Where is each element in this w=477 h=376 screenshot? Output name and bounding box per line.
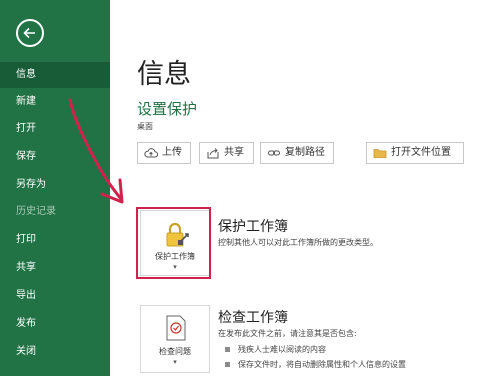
nav-item-print[interactable]: 打印 — [0, 227, 110, 253]
backstage-sidebar: 信息 新建 打开 保存 另存为 历史记录 打印 共享 导出 发布 关闭 — [0, 0, 110, 376]
section-title: 设置保护 — [137, 100, 198, 118]
nav-item-new[interactable]: 新建 — [0, 89, 110, 115]
inspect-tile-label: 检查问题 — [159, 347, 191, 356]
highlight-box — [136, 207, 211, 279]
upload-label: 上传 — [162, 147, 182, 158]
nav-item-share[interactable]: 共享 — [0, 255, 110, 281]
share-label: 共享 — [224, 147, 244, 158]
inspect-workbook-tile[interactable]: 检查问题 ▾ — [140, 305, 210, 373]
nav-item-export[interactable]: 导出 — [0, 283, 110, 309]
nav-item-save-as[interactable]: 另存为 — [0, 172, 110, 198]
nav-item-close[interactable]: 关闭 — [0, 339, 110, 365]
inspect-title: 检查工作簿 — [218, 310, 288, 326]
nav-item-publish[interactable]: 发布 — [0, 311, 110, 337]
share-icon — [207, 148, 219, 159]
protect-desc: 控制其他人可以对此工作簿所做的更改类型。 — [218, 238, 378, 247]
inspect-bullet-text: 残疾人士难以阅读的内容 — [238, 345, 326, 354]
back-button[interactable] — [16, 19, 44, 47]
link-icon — [268, 150, 280, 156]
inspect-dropdown-caret: ▾ — [173, 358, 177, 366]
nav-item-open[interactable]: 打开 — [0, 116, 110, 142]
share-button[interactable]: 共享 — [199, 142, 254, 164]
nav-item-save[interactable]: 保存 — [0, 144, 110, 170]
protect-title: 保护工作簿 — [218, 219, 288, 235]
page-title: 信息 — [137, 59, 191, 90]
document-check-icon — [166, 315, 186, 341]
nav-item-info[interactable]: 信息 — [0, 62, 110, 88]
copy-path-label: 复制路径 — [285, 147, 325, 158]
folder-icon — [373, 149, 387, 158]
file-location: 桌面 — [137, 122, 153, 131]
open-file-location-button[interactable]: 打开文件位置 — [366, 142, 464, 164]
inspect-bullet: 残疾人士难以阅读的内容 — [225, 344, 326, 355]
nav-item-history: 历史记录 — [16, 206, 56, 217]
bullet-icon — [225, 362, 230, 367]
bullet-icon — [225, 347, 230, 352]
inspect-bullet: 保存文件时，将自动删除属性和个人信息的设置 — [225, 359, 406, 370]
copy-path-button[interactable]: 复制路径 — [260, 142, 334, 164]
info-panel: 信息 设置保护 桌面 上传 共享 复制路径 打开文件位置 保护工作簿 ▾ 保护工… — [110, 0, 477, 376]
back-arrow-icon — [23, 27, 35, 39]
upload-button[interactable]: 上传 — [137, 142, 191, 164]
open-file-location-label: 打开文件位置 — [391, 147, 451, 158]
upload-cloud-icon — [144, 148, 158, 158]
inspect-bullet-text: 保存文件时，将自动删除属性和个人信息的设置 — [238, 360, 406, 369]
inspect-desc: 在发布此文件之前，请注意其是否包含: — [218, 329, 357, 338]
